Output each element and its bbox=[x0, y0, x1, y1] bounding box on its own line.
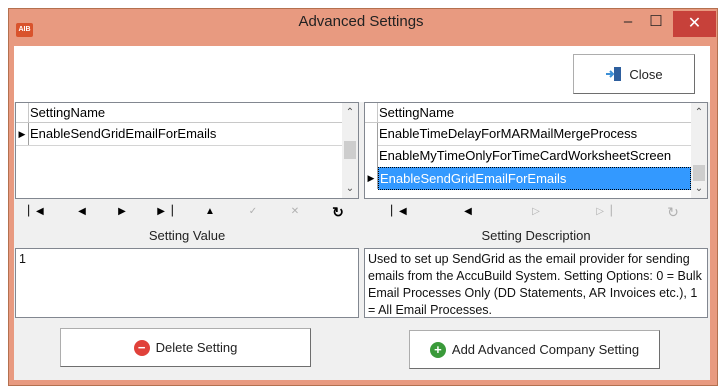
close-button[interactable]: Close bbox=[573, 54, 695, 94]
scroll-up-icon[interactable]: ⌃ bbox=[342, 105, 358, 121]
cancel-edit-icon[interactable]: ✕ bbox=[286, 203, 304, 221]
prev-record-icon[interactable]: ◀ bbox=[459, 203, 477, 221]
exit-icon bbox=[605, 66, 623, 82]
table-row-selected[interactable]: ▶ EnableSendGridEmailForEmails bbox=[365, 167, 691, 190]
left-grid-scrollbar[interactable]: ⌃ ⌄ bbox=[342, 103, 358, 198]
right-grid-scrollbar[interactable]: ⌃ ⌄ bbox=[691, 103, 707, 198]
maximize-button[interactable]: ☐ bbox=[643, 11, 669, 37]
row-header bbox=[365, 145, 378, 167]
setting-value-label: Setting Value bbox=[148, 228, 226, 243]
right-grid-header-label: SettingName bbox=[379, 105, 455, 120]
scroll-down-icon[interactable]: ⌄ bbox=[691, 181, 707, 197]
first-record-icon[interactable]: ▏◀ bbox=[390, 203, 408, 221]
right-grid-header[interactable]: SettingName bbox=[365, 103, 691, 123]
row-header bbox=[365, 123, 378, 145]
table-row[interactable]: ▶ EnableSendGridEmailForEmails bbox=[16, 123, 342, 146]
prev-record-icon[interactable]: ◀ bbox=[73, 203, 91, 221]
left-grid-header[interactable]: SettingName bbox=[16, 103, 342, 123]
cell-setting-name: EnableMyTimeOnlyForTimeCardWorksheetScre… bbox=[379, 148, 672, 163]
add-company-setting-label: Add Advanced Company Setting bbox=[451, 342, 640, 357]
refresh-icon[interactable]: ↻ bbox=[664, 203, 682, 221]
cell-setting-name: EnableTimeDelayForMARMailMergeProcess bbox=[379, 126, 638, 141]
app-icon: AIB bbox=[16, 23, 33, 37]
delete-icon: − bbox=[133, 339, 150, 356]
left-grid-header-label: SettingName bbox=[30, 105, 106, 120]
scroll-up-icon[interactable]: ⌃ bbox=[691, 105, 707, 121]
close-button-label: Close bbox=[629, 66, 663, 82]
current-row-indicator-icon: ▶ bbox=[365, 167, 378, 189]
next-record-icon[interactable]: ▷ bbox=[527, 203, 545, 221]
add-icon: + bbox=[429, 341, 446, 358]
left-navigator: ▏◀ ◀ ▶ ▶▕ ▲ ✓ ✕ ↻ bbox=[15, 199, 359, 225]
minimize-button[interactable]: – bbox=[615, 11, 641, 37]
window-close-button[interactable]: ✕ bbox=[673, 11, 716, 37]
current-row-indicator-icon: ▶ bbox=[16, 123, 29, 145]
add-company-setting-button[interactable]: + Add Advanced Company Setting bbox=[409, 330, 660, 369]
cell-setting-name: EnableSendGridEmailForEmails bbox=[30, 126, 217, 141]
table-row[interactable]: EnableTimeDelayForMARMailMergeProcess bbox=[365, 123, 691, 146]
setting-description-label: Setting Description bbox=[481, 228, 591, 243]
first-record-icon[interactable]: ▏◀ bbox=[27, 203, 45, 221]
left-settings-grid[interactable]: SettingName ▶ EnableSendGridEmailForEmai… bbox=[15, 102, 359, 199]
up-icon[interactable]: ▲ bbox=[201, 203, 219, 221]
setting-description-field[interactable]: Used to set up SendGrid as the email pro… bbox=[364, 248, 708, 318]
delete-setting-button[interactable]: − Delete Setting bbox=[60, 328, 311, 367]
right-navigator: ▏◀ ◀ ▷ ▷▕ ↻ bbox=[364, 199, 708, 225]
setting-value-field[interactable]: 1 bbox=[15, 248, 359, 318]
scroll-thumb[interactable] bbox=[344, 141, 356, 159]
refresh-icon[interactable]: ↻ bbox=[329, 203, 347, 221]
title-bar[interactable] bbox=[9, 9, 717, 47]
table-row[interactable]: EnableMyTimeOnlyForTimeCardWorksheetScre… bbox=[365, 145, 691, 168]
next-record-icon[interactable]: ▶ bbox=[113, 203, 131, 221]
post-edit-icon[interactable]: ✓ bbox=[244, 203, 262, 221]
cell-setting-name-selected: EnableSendGridEmailForEmails bbox=[378, 167, 691, 190]
right-settings-grid[interactable]: SettingName EnableTimeDelayForMARMailMer… bbox=[364, 102, 708, 199]
scroll-thumb[interactable] bbox=[693, 165, 705, 181]
delete-setting-label: Delete Setting bbox=[155, 340, 238, 355]
last-record-icon[interactable]: ▶▕ bbox=[156, 203, 174, 221]
last-record-icon[interactable]: ▷▕ bbox=[595, 203, 613, 221]
scroll-down-icon[interactable]: ⌄ bbox=[342, 181, 358, 197]
